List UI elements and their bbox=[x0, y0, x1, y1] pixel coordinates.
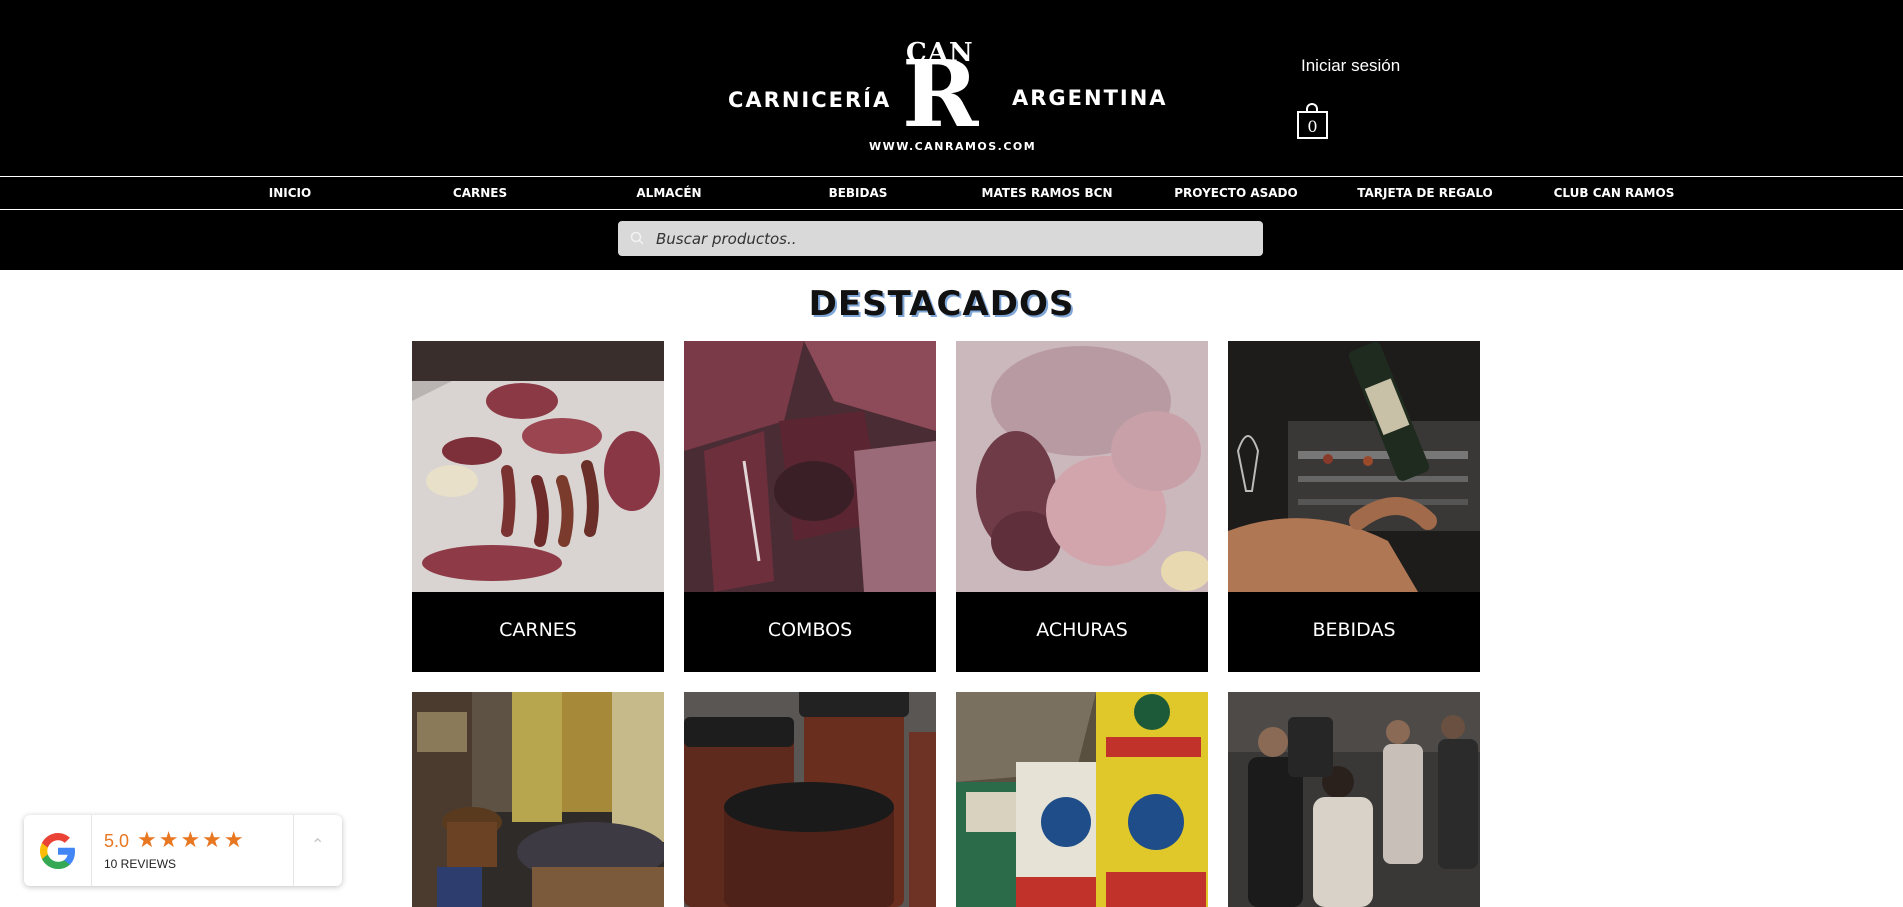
category-label: BEBIDAS bbox=[1228, 592, 1480, 672]
logo[interactable]: CARNICERÍA CAN R ARGENTINA WWW.CANRAMOS.… bbox=[720, 36, 1166, 161]
nav-item-almacen[interactable]: ALMACÉN bbox=[579, 177, 759, 209]
category-image bbox=[684, 692, 936, 907]
main-nav: INICIO CARNES ALMACÉN BEBIDAS MATES RAMO… bbox=[0, 176, 1903, 210]
nav-item-inicio[interactable]: INICIO bbox=[200, 177, 380, 209]
category-image bbox=[1228, 341, 1480, 592]
nav-item-bebidas[interactable]: BEBIDAS bbox=[768, 177, 948, 209]
reviews-count: 10 REVIEWS bbox=[104, 857, 177, 871]
cart-count: 0 bbox=[1297, 111, 1328, 139]
category-card-almacen[interactable] bbox=[412, 692, 664, 907]
category-card-salsas[interactable] bbox=[684, 692, 936, 907]
rating-value: 5.0 bbox=[104, 831, 130, 851]
nav-item-tarjeta-de-regalo[interactable]: TARJETA DE REGALO bbox=[1335, 177, 1515, 209]
category-card-combos[interactable]: COMBOS bbox=[684, 341, 936, 672]
category-card-club[interactable] bbox=[1228, 692, 1480, 907]
google-reviews-widget[interactable]: 5.0 ★★★★★ 10 REVIEWS ⌃ bbox=[24, 815, 342, 886]
category-image bbox=[1228, 692, 1480, 907]
login-link[interactable]: Iniciar sesión bbox=[1301, 56, 1400, 76]
logo-letter: R bbox=[902, 40, 979, 148]
divider bbox=[91, 815, 92, 886]
chevron-up-icon[interactable]: ⌃ bbox=[311, 835, 324, 854]
nav-item-mates-ramos-bcn[interactable]: MATES RAMOS BCN bbox=[957, 177, 1137, 209]
category-card-bebidas[interactable]: BEBIDAS bbox=[1228, 341, 1480, 672]
category-image bbox=[684, 341, 936, 592]
search-input[interactable] bbox=[656, 221, 1246, 256]
star-icon: ★★★★★ bbox=[137, 828, 246, 853]
category-card-carnes[interactable]: CARNES bbox=[412, 341, 664, 672]
category-card-achuras[interactable]: ACHURAS bbox=[956, 341, 1208, 672]
divider bbox=[293, 815, 294, 886]
category-image bbox=[412, 692, 664, 907]
site-header: CARNICERÍA CAN R ARGENTINA WWW.CANRAMOS.… bbox=[0, 0, 1903, 270]
search-bar bbox=[618, 221, 1263, 256]
logo-left-word: CARNICERÍA bbox=[728, 88, 892, 112]
category-label: COMBOS bbox=[684, 592, 936, 672]
nav-item-proyecto-asado[interactable]: PROYECTO ASADO bbox=[1146, 177, 1326, 209]
category-label: CARNES bbox=[412, 592, 664, 672]
logo-url: WWW.CANRAMOS.COM bbox=[869, 140, 1037, 153]
category-image bbox=[412, 341, 664, 592]
logo-right-word: ARGENTINA bbox=[1012, 86, 1168, 110]
section-title: DESTACADOS bbox=[808, 284, 1075, 324]
category-label: ACHURAS bbox=[956, 592, 1208, 672]
category-card-yerba[interactable] bbox=[956, 692, 1208, 907]
nav-item-carnes[interactable]: CARNES bbox=[390, 177, 570, 209]
category-image bbox=[956, 692, 1208, 907]
google-icon bbox=[40, 833, 75, 869]
category-image bbox=[956, 341, 1208, 592]
search-icon bbox=[630, 231, 644, 245]
nav-item-club-can-ramos[interactable]: CLUB CAN RAMOS bbox=[1524, 177, 1704, 209]
cart-button[interactable]: 0 bbox=[1297, 103, 1328, 139]
